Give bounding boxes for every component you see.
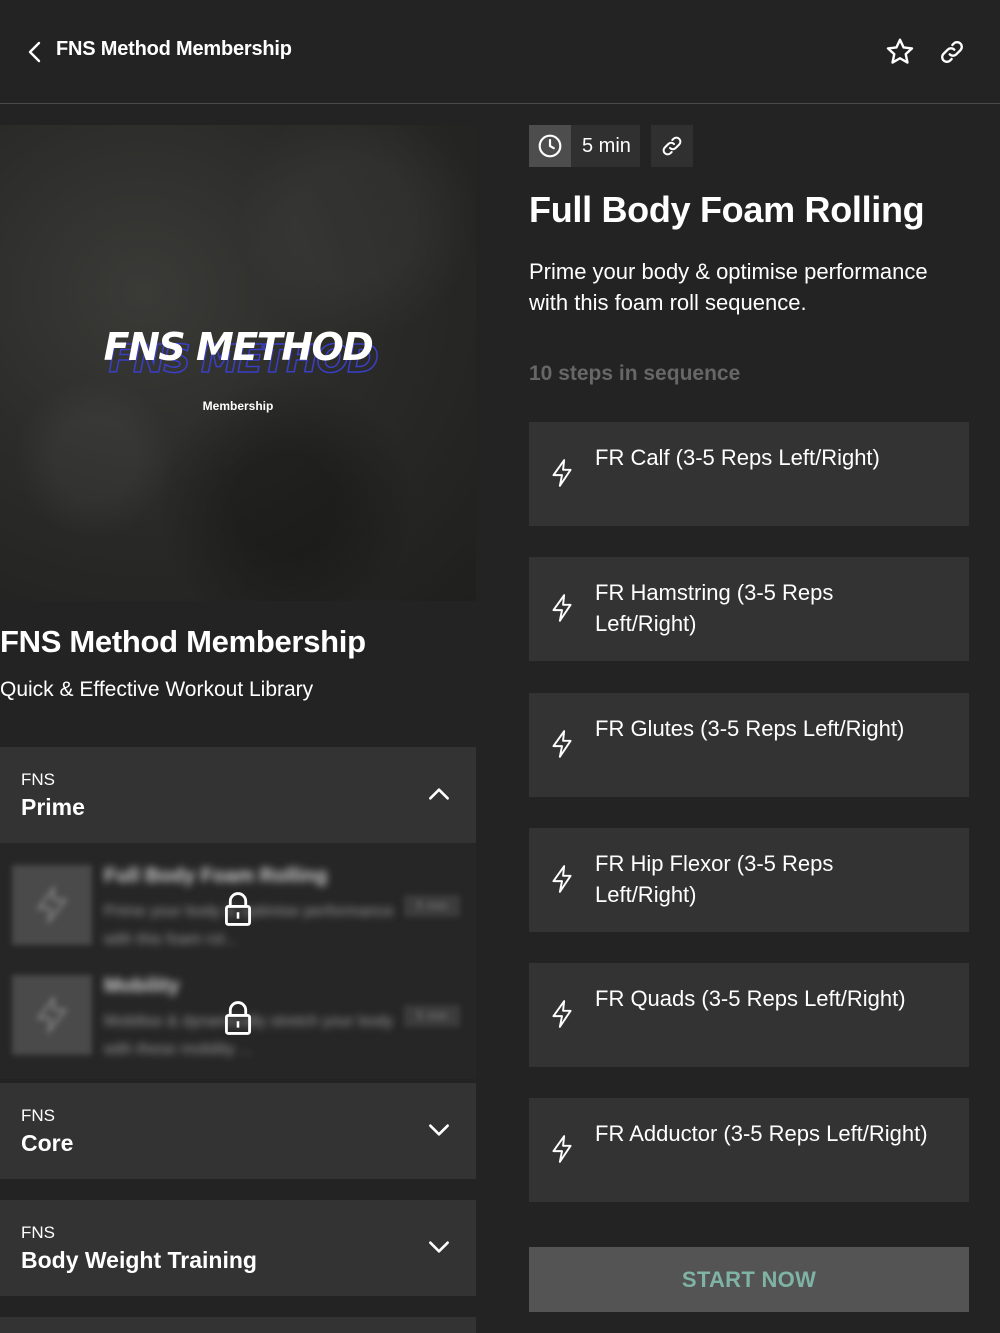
- hero-subtitle: Membership: [202, 399, 274, 413]
- section-core[interactable]: FNS Core: [0, 1083, 476, 1179]
- step-label: FR Hip Flexor (3-5 Reps Left/Right): [595, 851, 834, 907]
- start-now-button[interactable]: START NOW: [529, 1247, 969, 1312]
- section-name: Prime: [21, 794, 85, 820]
- section-name: Body Weight Training: [21, 1247, 257, 1273]
- workout-duration: 5 min: [404, 895, 460, 917]
- prime-workout-list: Full Body Foam Rolling Prime your body &…: [0, 843, 476, 1079]
- section-next-partial[interactable]: [0, 1317, 476, 1333]
- bolt-icon: [37, 886, 67, 924]
- chevron-down-icon: [429, 1124, 449, 1136]
- workout-description: Prime your body & optimise performance w…: [529, 259, 928, 315]
- bolt-icon: [552, 594, 572, 622]
- star-icon: [886, 38, 914, 64]
- step-item[interactable]: FR Adductor (3-5 Reps Left/Right): [529, 1098, 969, 1202]
- step-item[interactable]: FR Glutes (3-5 Reps Left/Right): [529, 693, 969, 797]
- step-item[interactable]: FR Hip Flexor (3-5 Reps Left/Right): [529, 828, 969, 932]
- link-icon: [662, 136, 682, 156]
- step-label: FR Hamstring (3-5 Reps Left/Right): [595, 580, 834, 636]
- chevron-down-icon: [429, 1241, 449, 1253]
- step-label: FR Quads (3-5 Reps Left/Right): [595, 986, 906, 1011]
- step-item[interactable]: FR Hamstring (3-5 Reps Left/Right): [529, 557, 969, 661]
- step-label: FR Glutes (3-5 Reps Left/Right): [595, 716, 905, 741]
- list-item-locked-workout[interactable]: Full Body Foam Rolling Prime your body &…: [0, 843, 476, 953]
- favorite-button[interactable]: [880, 30, 920, 74]
- section-category: FNS: [21, 770, 55, 789]
- step-item[interactable]: FR Quads (3-5 Reps Left/Right): [529, 963, 969, 1067]
- share-link-button[interactable]: [932, 30, 972, 74]
- step-label: FR Calf (3-5 Reps Left/Right): [595, 445, 880, 470]
- section-name: Core: [21, 1130, 74, 1156]
- top-bar: FNS Method Membership: [0, 0, 1000, 104]
- program-hero-image: FNS METHOD FNS METHOD Membership: [0, 125, 476, 601]
- workout-title: Full Body Foam Rolling: [529, 189, 925, 230]
- bolt-icon: [37, 996, 67, 1034]
- section-category: FNS: [21, 1223, 55, 1242]
- bolt-icon: [552, 459, 572, 487]
- bolt-icon: [552, 1000, 572, 1028]
- header-title: FNS Method Membership: [56, 38, 292, 60]
- link-icon: [941, 41, 963, 63]
- bolt-icon: [552, 1135, 572, 1163]
- workout-title: Mobility: [104, 975, 180, 997]
- list-item-locked-workout[interactable]: Mobility Mobilise & dynamically stretch …: [0, 953, 476, 1063]
- steps-count-label: 10 steps in sequence: [529, 362, 741, 385]
- section-body-weight-training[interactable]: FNS Body Weight Training: [0, 1200, 476, 1296]
- duration-badge: 5 min: [529, 125, 640, 167]
- chevron-left-icon: [28, 41, 41, 63]
- step-label: FR Adductor (3-5 Reps Left/Right): [595, 1121, 928, 1146]
- lock-icon: [225, 892, 251, 926]
- bolt-icon: [552, 865, 572, 893]
- workout-link-button[interactable]: [651, 125, 693, 167]
- clock-icon: [538, 134, 562, 158]
- duration-text: 5 min: [582, 134, 631, 157]
- program-title: FNS Method Membership: [0, 624, 366, 659]
- workout-thumbnail: [12, 975, 92, 1055]
- bolt-icon: [552, 730, 572, 758]
- fns-method-logo: FNS METHOD FNS METHOD: [103, 325, 380, 382]
- workout-thumbnail: [12, 865, 92, 945]
- workout-duration: 5 min: [404, 1005, 460, 1027]
- step-item[interactable]: FR Calf (3-5 Reps Left/Right): [529, 422, 969, 526]
- workout-title: Full Body Foam Rolling: [104, 865, 328, 887]
- section-prime[interactable]: FNS Prime: [0, 747, 476, 843]
- lock-icon: [225, 1001, 251, 1035]
- back-button[interactable]: [20, 34, 50, 70]
- chevron-up-icon: [429, 788, 449, 800]
- program-subtitle: Quick & Effective Workout Library: [0, 678, 314, 701]
- section-category: FNS: [21, 1106, 55, 1125]
